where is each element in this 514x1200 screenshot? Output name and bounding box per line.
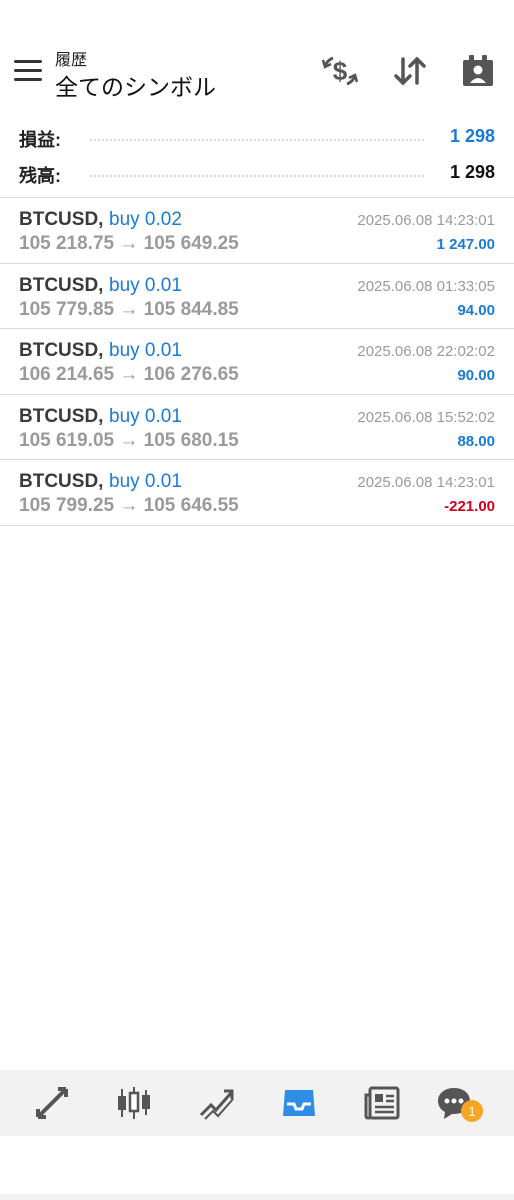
deal-profit: 88.00 — [457, 432, 495, 450]
profit-dots — [90, 139, 424, 141]
deal-time: 2025.06.08 14:23:01 — [357, 474, 495, 492]
deal-type: buy 0.02 — [109, 209, 182, 230]
deal-symbol: BTCUSD, — [19, 471, 104, 493]
header-subtitle: 履歴 — [55, 52, 88, 69]
deal-profit: 90.00 — [457, 367, 495, 385]
deal-type: buy 0.01 — [109, 340, 182, 362]
chart-icon[interactable] — [114, 1083, 154, 1123]
deal-row[interactable]: BTCUSD, buy 0.01 105 619.05 → 105 680.15… — [0, 395, 514, 461]
history-icon[interactable] — [279, 1083, 319, 1123]
balance-label: 残高: — [19, 166, 61, 186]
deal-time: 2025.06.08 22:02:02 — [357, 343, 495, 361]
deal-row[interactable]: BTCUSD, buy 0.01 105 799.25 → 105 646.55… — [0, 460, 514, 526]
deal-prices: 105 619.05 → 105 680.15 — [19, 429, 239, 451]
bottom-nav — [0, 1070, 514, 1136]
menu-icon[interactable] — [14, 60, 42, 82]
summary: 損益: 1 298 残高: 1 298 — [0, 118, 514, 190]
deal-symbol: BTCUSD, — [19, 405, 104, 427]
deal-row[interactable]: BTCUSD, buy 0.01 105 779.85 → 105 844.85… — [0, 264, 514, 330]
deal-prices: 105 218.75 → 105 649.25 — [19, 233, 239, 254]
deal-type: buy 0.01 — [109, 405, 182, 427]
header-title[interactable]: 全てのシンボル — [55, 68, 216, 102]
app: 履歴 全てのシンボル $ 損益: 1 298 残高: 1 298 BTCUSD,… — [0, 0, 514, 1200]
deal-prices: 105 779.85 → 105 844.85 — [19, 298, 239, 320]
bottom-strip — [0, 1194, 514, 1200]
currency-exchange-icon[interactable]: $ — [320, 52, 360, 90]
calendar-icon[interactable] — [458, 52, 498, 90]
svg-text:$: $ — [333, 56, 348, 86]
profit-value: 1 298 — [449, 126, 495, 146]
deal-symbol: BTCUSD, — [19, 209, 104, 230]
deal-prices: 106 214.65 → 106 276.65 — [19, 364, 239, 386]
deal-type: buy 0.01 — [109, 471, 182, 493]
sort-icon[interactable] — [390, 52, 430, 90]
balance-value: 1 298 — [449, 162, 495, 182]
deal-row[interactable]: BTCUSD, buy 0.02 105 218.75 → 105 649.25… — [0, 198, 514, 264]
quotes-icon[interactable] — [32, 1083, 72, 1123]
deal-symbol: BTCUSD, — [19, 340, 104, 362]
deal-prices: 105 799.25 → 105 646.55 — [19, 495, 239, 517]
profit-row: 損益: 1 298 — [0, 118, 514, 154]
deal-profit: 94.00 — [457, 301, 495, 319]
deal-row[interactable]: BTCUSD, buy 0.01 106 214.65 → 106 276.65… — [0, 329, 514, 395]
deal-profit: -221.00 — [444, 498, 495, 516]
deal-time: 2025.06.08 01:33:05 — [357, 277, 495, 295]
header: 履歴 全てのシンボル $ — [0, 0, 514, 110]
deal-profit: 1 247.00 — [436, 236, 495, 253]
trade-icon[interactable] — [197, 1083, 237, 1123]
deal-type: buy 0.01 — [109, 274, 182, 296]
news-icon[interactable] — [362, 1083, 402, 1123]
profit-label: 損益: — [19, 130, 61, 150]
deals-list: BTCUSD, buy 0.02 105 218.75 → 105 649.25… — [0, 198, 514, 526]
balance-dots — [90, 175, 424, 177]
deal-time: 2025.06.08 14:23:01 — [357, 212, 495, 229]
chat-badge: 1 — [461, 1100, 483, 1122]
deal-symbol: BTCUSD, — [19, 274, 104, 296]
balance-row: 残高: 1 298 — [0, 154, 514, 190]
deal-time: 2025.06.08 15:52:02 — [357, 408, 495, 426]
